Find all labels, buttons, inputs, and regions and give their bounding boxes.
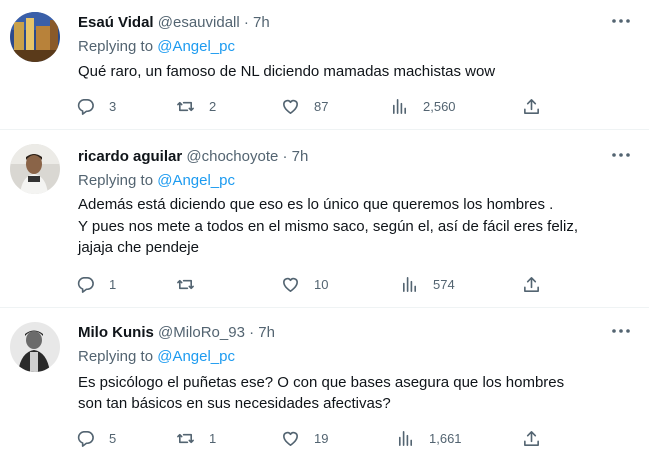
retweet-count: 2 [209, 98, 217, 114]
retweet-icon [177, 279, 194, 289]
share-button[interactable] [522, 427, 541, 449]
separator-dot: · [282, 148, 288, 165]
tweet-actions: 1 10 574 [76, 273, 546, 295]
like-button[interactable]: 87 [281, 95, 328, 117]
tweet-actions: 3 2 87 2,560 [76, 95, 546, 117]
retweet-button[interactable]: 1 [176, 427, 216, 449]
views-count: 2,560 [423, 98, 456, 114]
share-icon [524, 430, 539, 446]
more-dots-icon[interactable] [611, 16, 631, 26]
tweet-header: ricardo aguilar @chochoyote · 7h [78, 148, 308, 166]
user-handle[interactable]: @esauvidall [158, 14, 240, 31]
like-button[interactable]: 10 [281, 273, 328, 295]
replying-to-link[interactable]: @Angel_pc [157, 348, 235, 365]
timestamp[interactable]: 7h [253, 14, 270, 31]
timestamp[interactable]: 7h [258, 324, 275, 341]
replying-to-link[interactable]: @Angel_pc [157, 38, 235, 55]
retweet-icon [177, 101, 194, 111]
separator-dot: · [249, 324, 255, 341]
user-handle[interactable]: @MiloRo_93 [158, 324, 245, 341]
tweet-1[interactable]: Esaú Vidal @esauvidall · 7h Replying to … [0, 0, 649, 130]
more-dots-icon[interactable] [611, 150, 631, 160]
tweet-header: Esaú Vidal @esauvidall · 7h [78, 14, 270, 32]
heart-icon [283, 99, 298, 114]
replying-to: Replying to @Angel_pc [78, 38, 235, 56]
separator-dot: · [243, 14, 249, 31]
timestamp[interactable]: 7h [292, 148, 309, 165]
reply-button[interactable]: 3 [76, 95, 116, 117]
views-count: 574 [433, 276, 455, 292]
views-chart-icon [392, 98, 407, 114]
replying-to: Replying to @Angel_pc [78, 172, 235, 190]
replying-to-label: Replying to [78, 348, 154, 365]
tweet-text: Qué raro, un famoso de NL diciendo mamad… [78, 63, 496, 80]
replying-to-label: Replying to [78, 38, 154, 55]
tweet-2[interactable]: ricardo aguilar @chochoyote · 7h Replyin… [0, 130, 649, 308]
reply-icon [77, 276, 94, 293]
display-name[interactable]: ricardo aguilar [78, 148, 182, 165]
views-button[interactable]: 2,560 [390, 95, 456, 117]
share-icon [524, 98, 539, 114]
views-button[interactable]: 1,661 [396, 427, 462, 449]
avatar[interactable] [10, 12, 60, 62]
display-name[interactable]: Milo Kunis [78, 324, 154, 341]
tweet-actions: 5 1 19 1,661 [76, 427, 546, 449]
heart-icon [283, 431, 298, 446]
retweet-icon [177, 433, 194, 443]
retweet-count: 1 [209, 430, 217, 446]
like-count: 87 [314, 98, 329, 114]
tweet-header: Milo Kunis @MiloRo_93 · 7h [78, 324, 275, 342]
more-dots-icon[interactable] [611, 326, 631, 336]
retweet-button[interactable] [176, 273, 209, 295]
heart-icon [283, 277, 298, 292]
views-button[interactable]: 574 [400, 273, 455, 295]
reply-count: 1 [109, 276, 117, 292]
share-button[interactable] [522, 273, 541, 295]
reply-count: 5 [109, 430, 117, 446]
reply-button[interactable]: 1 [76, 273, 116, 295]
reply-count: 3 [109, 98, 117, 114]
reply-button[interactable]: 5 [76, 427, 116, 449]
replying-to: Replying to @Angel_pc [78, 348, 235, 366]
display-name[interactable]: Esaú Vidal [78, 14, 154, 31]
like-count: 10 [314, 276, 329, 292]
retweet-button[interactable]: 2 [176, 95, 216, 117]
reply-icon [77, 430, 94, 447]
user-handle[interactable]: @chochoyote [186, 148, 278, 165]
views-chart-icon [398, 430, 413, 446]
replying-to-link[interactable]: @Angel_pc [157, 172, 235, 189]
share-button[interactable] [522, 95, 541, 117]
views-chart-icon [402, 276, 417, 292]
avatar[interactable] [10, 322, 60, 372]
replying-to-label: Replying to [78, 172, 154, 189]
like-count: 19 [314, 430, 329, 446]
tweet-text: Es psicólogo el puñetas ese? O con que b… [78, 374, 565, 412]
tweet-3[interactable]: Milo Kunis @MiloRo_93 · 7h Replying to @… [0, 308, 649, 456]
views-count: 1,661 [429, 430, 462, 446]
share-icon [524, 276, 539, 292]
avatar[interactable] [10, 144, 60, 194]
reply-icon [77, 98, 94, 115]
like-button[interactable]: 19 [281, 427, 328, 449]
tweet-text: Además está diciendo que eso es lo único… [78, 196, 578, 256]
